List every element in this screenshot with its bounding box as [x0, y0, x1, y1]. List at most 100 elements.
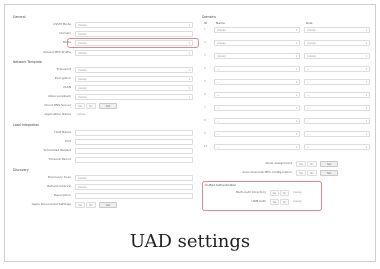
domain-role-select[interactable]: — ▾: [304, 66, 370, 72]
yes-toggle[interactable]: Yes: [296, 170, 306, 176]
field-label: Timeout Period: [48, 157, 71, 161]
chevron-down-icon: ▾: [295, 29, 297, 32]
domain-role-select[interactable]: — ▾: [304, 144, 370, 150]
domain-name-select[interactable]: — ▾: [214, 144, 300, 150]
yes-toggle[interactable]: Yes: [75, 202, 85, 208]
domain-name-select[interactable]: — ▾: [214, 131, 300, 137]
row-number: 9: [204, 132, 206, 135]
field-label: Shared MFA Profile: [43, 50, 71, 54]
field-label: Application Name: [44, 112, 71, 116]
test-button[interactable]: Test: [320, 170, 338, 176]
row-number: 3: [204, 54, 206, 57]
chevron-down-icon: ▾: [295, 146, 297, 149]
text-field[interactable]: (none): [75, 184, 193, 190]
screenshot-frame: General CSVM Mode (none) ▾ Domain (none) …: [4, 4, 376, 262]
domain-name-select[interactable]: (none) ▾: [214, 27, 300, 33]
domain-row: 6 — ▾ — ▾: [202, 92, 374, 100]
select-field[interactable]: (none) ▾: [75, 85, 193, 91]
chevron-down-icon: ▾: [188, 87, 190, 90]
field-label: UDB Auth: [251, 199, 266, 203]
test-button[interactable]: Test: [99, 202, 117, 208]
load-row-4: Timeout Period: [13, 157, 199, 165]
select-field[interactable]: (none) ▾: [75, 50, 193, 56]
field-label: CSVM Mode: [53, 22, 71, 26]
domain-name-select[interactable]: — ▾: [214, 105, 300, 111]
column-name: Name: [216, 21, 225, 25]
field-label: Description: [53, 193, 71, 197]
domain-row: 1 (none) ▾ (none) ▾: [202, 27, 374, 35]
no-toggle[interactable]: No: [307, 161, 317, 167]
chevron-down-icon: ▾: [188, 24, 190, 27]
domain-name-select[interactable]: — ▾: [214, 92, 300, 98]
yes-toggle[interactable]: Yes: [296, 161, 306, 167]
text-field[interactable]: [75, 148, 193, 154]
chevron-down-icon: ▾: [365, 81, 367, 84]
text-field[interactable]: [75, 130, 193, 136]
field-label: Refresh Interval: [47, 184, 71, 188]
extra-row: Application Name (none): [13, 112, 199, 120]
section-uad: Unified Authentication: [205, 183, 237, 187]
select-field[interactable]: (none) ▾: [75, 94, 193, 100]
select-field[interactable]: (none) ▾: [75, 76, 193, 82]
chevron-down-icon: ▾: [365, 29, 367, 32]
row-number: 8: [204, 119, 206, 122]
row-number: 2: [204, 41, 206, 44]
text-field[interactable]: (none): [75, 31, 193, 37]
chevron-down-icon: ▾: [295, 55, 297, 58]
general-row-1: CSVM Mode (none) ▾: [13, 22, 199, 30]
chevron-down-icon: ▾: [188, 52, 190, 55]
field-label: Discovery Scan: [47, 175, 71, 179]
select-field[interactable]: (none) ▾: [75, 22, 193, 28]
chevron-down-icon: ▾: [295, 120, 297, 123]
left-settings-panel: General CSVM Mode (none) ▾ Domain (none) …: [13, 15, 199, 245]
row-number: 1: [204, 28, 206, 31]
domain-name-select[interactable]: — ▾: [214, 66, 300, 72]
no-toggle[interactable]: No: [86, 202, 96, 208]
no-toggle[interactable]: No: [86, 103, 96, 109]
domain-role-select[interactable]: (none) ▾: [304, 40, 370, 46]
section-network: Network Template: [13, 60, 42, 64]
domain-role-select[interactable]: — ▾: [304, 118, 370, 124]
chevron-down-icon: ▾: [188, 69, 190, 72]
row-number: 7: [204, 106, 206, 109]
domain-role-select[interactable]: — ▾: [304, 105, 370, 111]
right-domains-panel: Domains ID Name Role 1 (none) ▾ (none) ▾ 2 (no…: [202, 15, 374, 245]
domain-role-select[interactable]: — ▾: [304, 92, 370, 98]
field-label: Transport: [56, 67, 71, 71]
domain-row: 10 — ▾ — ▾: [202, 144, 374, 152]
domain-role-select[interactable]: (none) ▾: [304, 53, 370, 59]
row-number: 10: [204, 145, 208, 148]
field-label: Domain: [59, 31, 71, 35]
column-role: Role: [306, 21, 313, 25]
no-toggle[interactable]: No: [280, 199, 289, 205]
network-row-2: Encryption (none) ▾: [13, 76, 199, 84]
chevron-down-icon: ▾: [295, 81, 297, 84]
text-field[interactable]: (none): [75, 175, 193, 181]
domain-name-select[interactable]: (none) ▾: [214, 40, 300, 46]
domain-role-select[interactable]: — ▾: [304, 131, 370, 137]
domain-name-select[interactable]: — ▾: [214, 79, 300, 85]
domain-row: 3 (none) ▾ (none) ▾: [202, 53, 374, 61]
domain-name-select[interactable]: (none) ▾: [214, 53, 300, 59]
text-field[interactable]: [75, 139, 193, 145]
domain-role-select[interactable]: (none) ▾: [304, 27, 370, 33]
select-field[interactable]: (none) ▾: [75, 67, 193, 73]
no-toggle[interactable]: No: [307, 170, 317, 176]
domain-role-select[interactable]: — ▾: [304, 79, 370, 85]
domain-row: 4 — ▾ — ▾: [202, 66, 374, 74]
yes-toggle[interactable]: Yes: [75, 103, 85, 109]
load-row-2: Port: [13, 139, 199, 147]
yes-toggle[interactable]: Yes: [270, 199, 279, 205]
chevron-down-icon: ▾: [295, 42, 297, 45]
test-button[interactable]: Test: [320, 161, 338, 167]
field-label: VLAN: [62, 85, 71, 89]
load-row-1: Host Name: [13, 130, 199, 138]
yes-toggle[interactable]: Yes: [270, 190, 279, 196]
test-button[interactable]: Test: [99, 103, 117, 109]
no-toggle[interactable]: No: [280, 190, 289, 196]
chevron-down-icon: ▾: [295, 107, 297, 110]
text-field[interactable]: [75, 157, 193, 163]
text-field[interactable]: [75, 193, 193, 199]
discovery-row-3: Description: [13, 193, 199, 201]
domain-name-select[interactable]: — ▾: [214, 118, 300, 124]
